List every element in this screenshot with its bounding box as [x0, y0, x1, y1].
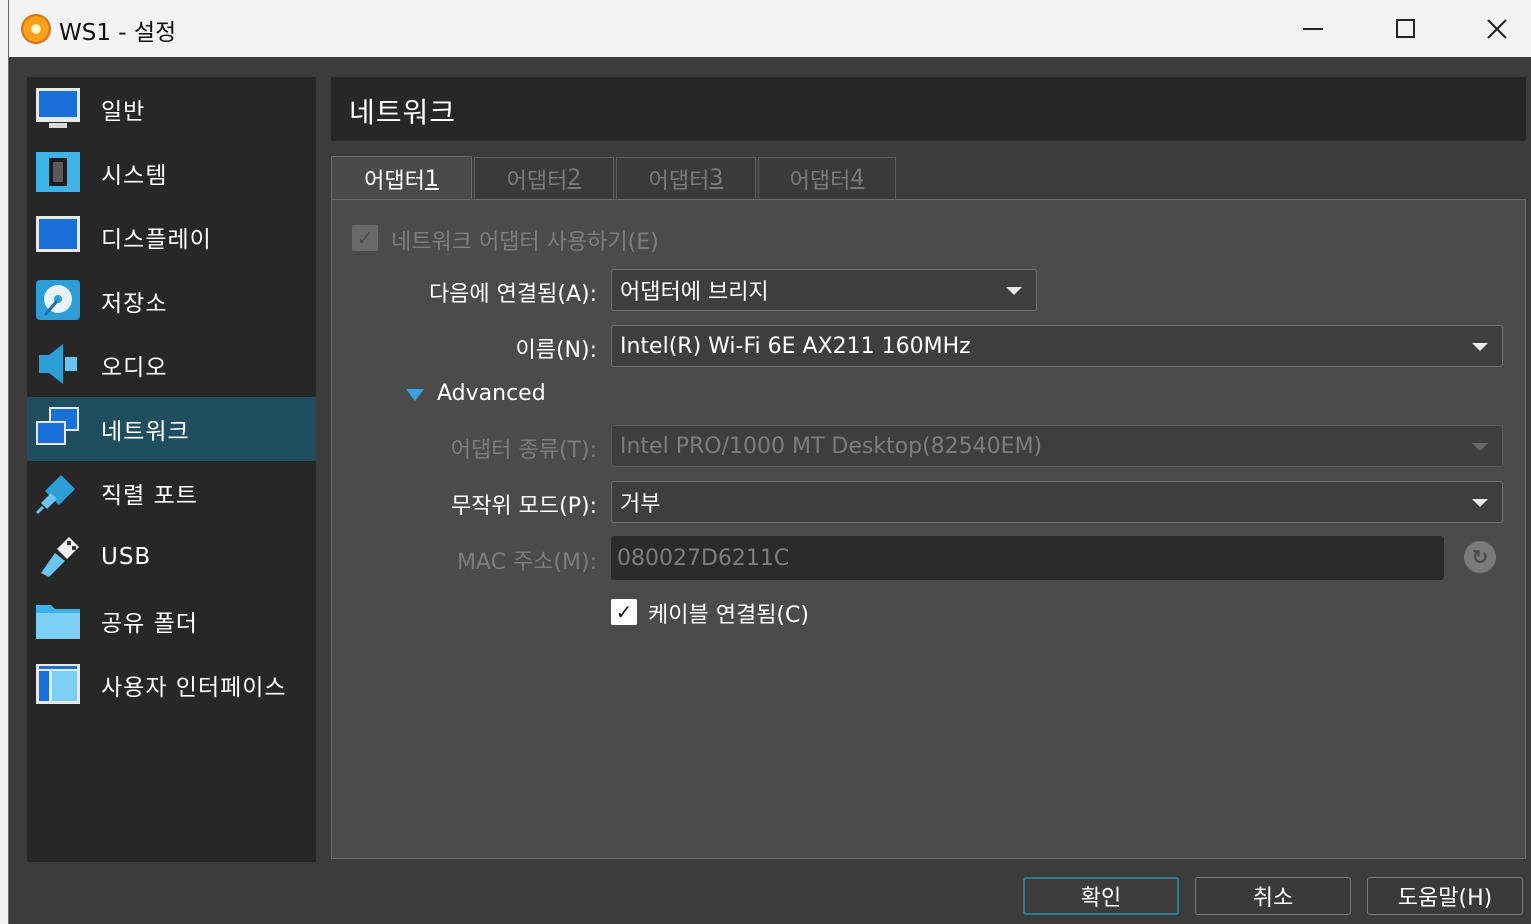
chevron-down-icon: [1472, 443, 1488, 451]
sidebar-item-audio[interactable]: 오디오: [27, 333, 316, 397]
tab-label: 어댑터: [648, 168, 710, 194]
sidebar-item-display[interactable]: 디스플레이: [27, 205, 316, 269]
sidebar-item-label: 일반: [101, 99, 146, 125]
virtualbox-app-icon: [21, 14, 51, 44]
tab-adapter-4[interactable]: 어댑터 4: [758, 157, 896, 199]
sidebar-item-label: 네트워크: [101, 419, 190, 445]
network-icon: [36, 407, 79, 445]
page-title: 네트워크: [349, 96, 457, 129]
refresh-mac-button[interactable]: ↻: [1464, 541, 1496, 573]
sidebar-item-label: 시스템: [101, 163, 168, 189]
sidebar-item-serial-port[interactable]: 직렬 포트: [27, 461, 316, 525]
attached-to-label: 다음에 연결됨(A):: [428, 282, 597, 307]
minimize-button[interactable]: [1267, 0, 1359, 57]
settings-sidebar: 일반 시스템 디스플레이 저장소 오디오 네트워크 직렬 포트 USB 공유 폴…: [27, 77, 316, 862]
attached-to-value: 어댑터에 브리지: [620, 280, 769, 305]
promiscuous-mode-label: 무작위 모드(P):: [450, 494, 597, 519]
window-title: WS1 - 설정: [59, 20, 177, 46]
tab-adapter-3[interactable]: 어댑터 3: [616, 157, 756, 199]
tab-label: 어댑터: [506, 168, 568, 194]
ui-icon: [36, 664, 80, 704]
promiscuous-mode-value: 거부: [620, 492, 661, 517]
tab-adapter-2[interactable]: 어댑터 2: [474, 157, 614, 199]
sidebar-item-label: 오디오: [101, 355, 168, 381]
sidebar-item-label: 직렬 포트: [101, 483, 198, 509]
speaker-icon: [39, 344, 77, 384]
refresh-icon: ↻: [1471, 545, 1489, 569]
cancel-button[interactable]: 취소: [1195, 877, 1351, 915]
tab-number: 2: [567, 166, 582, 191]
sidebar-item-user-interface[interactable]: 사용자 인터페이스: [27, 653, 316, 717]
minimize-icon: [1303, 27, 1323, 30]
sidebar-item-shared-folders[interactable]: 공유 폴더: [27, 589, 316, 653]
display-icon: [36, 216, 80, 252]
tab-label: 어댑터: [789, 168, 851, 194]
page-header: 네트워크: [331, 77, 1526, 141]
disk-icon: [36, 280, 80, 320]
sidebar-item-label: 공유 폴더: [101, 611, 198, 637]
sidebar-item-system[interactable]: 시스템: [27, 141, 316, 205]
cable-connected-checkbox[interactable]: ✓: [611, 599, 637, 625]
usb-icon: [41, 537, 79, 577]
sidebar-item-general[interactable]: 일반: [27, 77, 316, 141]
tab-label: 어댑터: [364, 169, 425, 194]
help-button[interactable]: 도움말(H): [1367, 877, 1523, 915]
chevron-down-icon: [1472, 343, 1488, 351]
adapter-type-select[interactable]: Intel PRO/1000 MT Desktop(82540EM): [611, 425, 1503, 467]
cable-connected-label: 케이블 연결됨(C): [648, 603, 809, 628]
sidebar-item-usb[interactable]: USB: [27, 525, 316, 589]
tab-number: 1: [424, 166, 439, 192]
sidebar-item-network[interactable]: 네트워크: [27, 397, 316, 461]
close-button[interactable]: [1451, 0, 1531, 57]
advanced-toggle[interactable]: Advanced: [437, 381, 546, 406]
mac-address-label: MAC 주소(M):: [456, 550, 597, 575]
enable-adapter-checkbox[interactable]: ✓: [352, 225, 378, 251]
chevron-down-icon: [1472, 499, 1488, 507]
sidebar-item-storage[interactable]: 저장소: [27, 269, 316, 333]
adapter-name-value: Intel(R) Wi-Fi 6E AX211 160MHz: [620, 333, 971, 359]
sidebar-item-label: 저장소: [101, 291, 168, 317]
adapter-name-select[interactable]: Intel(R) Wi-Fi 6E AX211 160MHz: [611, 325, 1503, 367]
settings-window: WS1 - 설정 일반 시스템 디스플레이 저장소 오디오 네트워크 직렬 포트…: [8, 0, 1531, 924]
attached-to-select[interactable]: 어댑터에 브리지: [611, 269, 1037, 311]
adapter-type-value: Intel PRO/1000 MT Desktop(82540EM): [620, 433, 1043, 459]
enable-adapter-label: 네트워크 어댑터 사용하기(E): [391, 230, 659, 255]
promiscuous-mode-select[interactable]: 거부: [611, 481, 1503, 523]
tab-number: 4: [850, 166, 865, 191]
chip-icon: [36, 152, 80, 192]
monitor-icon: [36, 88, 80, 128]
expand-arrow-icon[interactable]: [406, 389, 424, 401]
name-label: 이름(N):: [515, 338, 597, 363]
mac-address-value: 080027D6211C: [617, 545, 790, 571]
tab-number: 3: [709, 166, 724, 191]
serial-port-icon: [35, 475, 75, 515]
sidebar-item-label: 디스플레이: [101, 227, 212, 253]
tab-adapter-1[interactable]: 어댑터 1: [331, 156, 472, 201]
ok-button[interactable]: 확인: [1023, 877, 1179, 915]
title-bar: WS1 - 설정: [9, 0, 1531, 57]
sidebar-item-label: 사용자 인터페이스: [101, 675, 287, 701]
maximize-button[interactable]: [1359, 0, 1451, 57]
chevron-down-icon: [1006, 287, 1022, 295]
mac-address-field[interactable]: 080027D6211C: [611, 536, 1444, 580]
adapter-type-label: 어댑터 종류(T):: [450, 438, 597, 463]
sidebar-item-label: USB: [101, 544, 152, 570]
folder-icon: [36, 605, 80, 639]
maximize-icon: [1395, 19, 1415, 38]
close-icon: [1487, 18, 1507, 39]
